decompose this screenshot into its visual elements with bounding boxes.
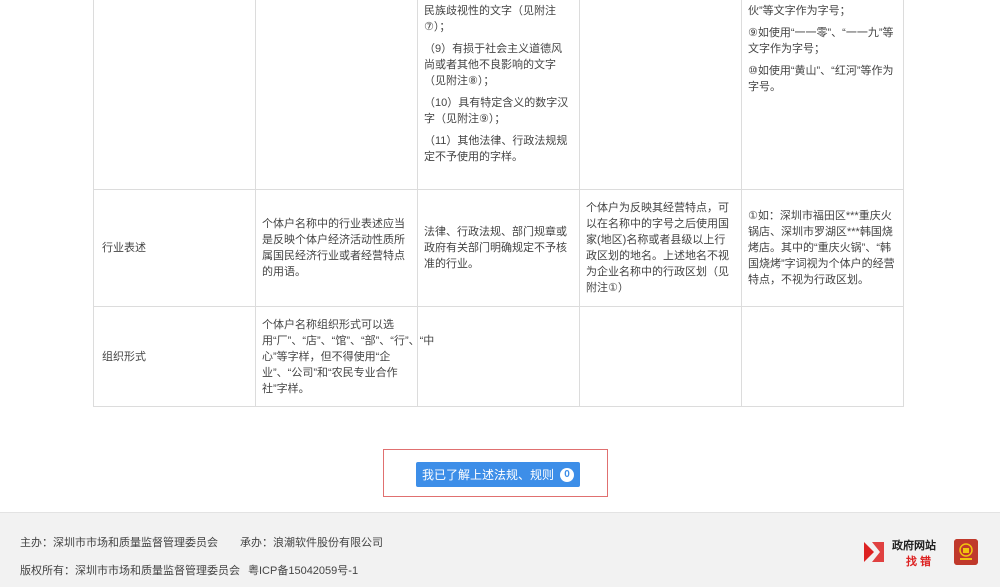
footer-sponsor: 主办：深圳市市场和质量监督管理委员会	[20, 537, 218, 549]
confirm-read-button[interactable]: 我已了解上述法规、规则 0	[416, 462, 580, 487]
examples-cell: ⑧如使用“黑社会”、“犯罪团伙”等文字作为字号； ⑨如使用“一一零”、“一一九”…	[741, 0, 904, 190]
countdown-badge: 0	[560, 467, 574, 482]
footer-copyright: 版权所有：深圳市市场和质量监督管理委员会	[20, 565, 240, 577]
table-cell	[579, 306, 742, 407]
confirm-highlight-box: 我已了解上述法规、规则 0	[383, 449, 608, 497]
table-cell: ①如：深圳市福田区***重庆火锅店、深圳市罗湖区***韩国烧烤店。其中的“重庆火…	[741, 189, 904, 307]
table-cell	[417, 306, 580, 407]
national-emblem-icon	[954, 539, 978, 565]
footer-undertaker: 承办：浪潮软件股份有限公司	[240, 537, 383, 549]
table-cell: 个体户为反映其经营特点，可以在名称中的字号之后使用国家(地区)名称或者县级以上行…	[579, 189, 742, 307]
footer-icp: 粤ICP备15042059号-1	[248, 565, 359, 577]
table-cell: 个体户名称组织形式可以选用“厂”、“店”、“馆”、“部”、“行”、“中心”等字样…	[255, 306, 434, 407]
table-row: 行业表述 个体户名称中的行业表述应当是反映个体户经济活动性质所属国民经济行业或者…	[93, 189, 904, 307]
row-label: 组织形式	[93, 306, 256, 407]
regulation-table: （8）含有不良政治、宗教及民族歧视性的文字（见附注⑦）； （9）有损于社会主义道…	[93, 0, 904, 407]
confirm-button-label: 我已了解上述法规、规则	[422, 468, 555, 482]
gov-badge-title: 政府网站	[892, 540, 936, 552]
gov-site-error-report-link[interactable]: 政府网站 找错	[862, 535, 982, 571]
gov-badge-sub: 找错	[906, 556, 934, 568]
table-cell	[741, 306, 904, 407]
prohibited-words-cell: （8）含有不良政治、宗教及民族歧视性的文字（见附注⑦）； （9）有损于社会主义道…	[417, 0, 580, 190]
table-cell: 法律、行政法规、部门规章或政府有关部门明确规定不予核准的行业。	[417, 189, 580, 307]
table-cell: 个体户名称中的行业表述应当是反映个体户经济活动性质所属国民经济行业或者经营特点的…	[255, 189, 418, 307]
table-row: （8）含有不良政治、宗教及民族歧视性的文字（见附注⑦）； （9）有损于社会主义道…	[93, 0, 904, 190]
row-label: 行业表述	[93, 189, 256, 307]
gov-site-logo-icon	[864, 542, 884, 562]
footer: 主办：深圳市市场和质量监督管理委员会 承办：浪潮软件股份有限公司 版权所有：深圳市…	[0, 512, 1000, 587]
table-row: 组织形式 个体户名称组织形式可以选用“厂”、“店”、“馆”、“部”、“行”、“中…	[93, 306, 904, 407]
